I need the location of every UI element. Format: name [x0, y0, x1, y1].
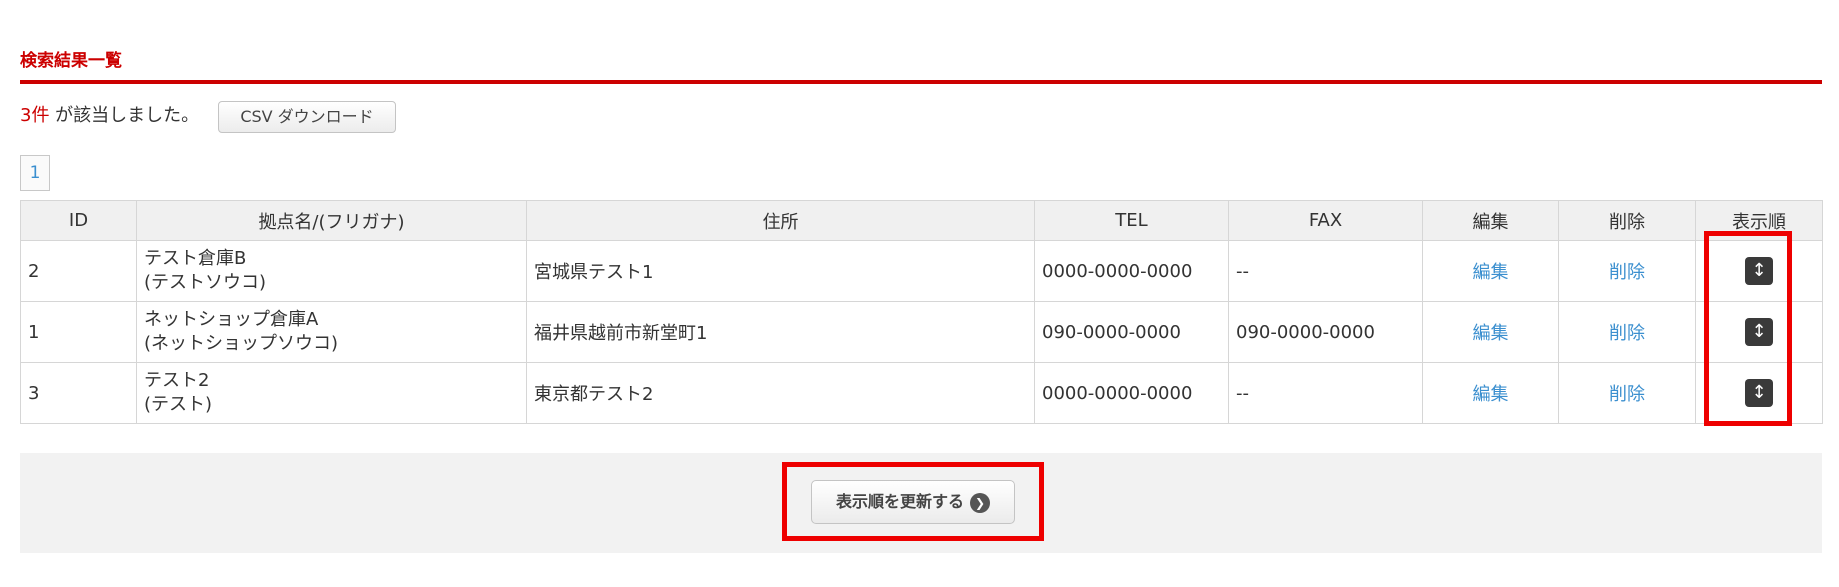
edit-link[interactable]: 編集: [1473, 384, 1509, 405]
header-id: ID: [20, 200, 137, 241]
header-name: 拠点名/(フリガナ): [136, 200, 527, 241]
cell-tel: 0000-0000-0000: [1034, 240, 1229, 302]
edit-link[interactable]: 編集: [1473, 323, 1509, 344]
result-summary: 3件 が該当しました。: [20, 104, 199, 128]
cell-name: テスト倉庫B (テストソウコ): [136, 240, 527, 302]
table-header-row: ID 拠点名/(フリガナ) 住所 TEL FAX 編集 削除 表示順: [20, 200, 1823, 241]
table-row: 1 ネットショップ倉庫A (ネットショップソウコ) 福井県越前市新堂町1 090…: [20, 301, 1823, 363]
pagination-page-1[interactable]: 1: [20, 155, 50, 191]
cell-id: 1: [20, 301, 137, 363]
chevron-right-circle-icon: ❯: [970, 492, 990, 513]
cell-name: ネットショップ倉庫A (ネットショップソウコ): [136, 301, 527, 363]
header-tel: TEL: [1034, 200, 1229, 241]
csv-download-button[interactable]: CSV ダウンロード: [218, 101, 396, 133]
cell-id: 3: [20, 362, 137, 424]
cell-tel: 090-0000-0000: [1034, 301, 1229, 363]
delete-link[interactable]: 削除: [1609, 384, 1645, 405]
cell-sort: ↕: [1695, 240, 1823, 302]
cell-sort: ↕: [1695, 301, 1823, 363]
vertical-arrows-icon[interactable]: ↕: [1745, 379, 1773, 407]
cell-fax: --: [1228, 362, 1423, 424]
vertical-arrows-icon[interactable]: ↕: [1745, 257, 1773, 285]
title-divider: [20, 80, 1822, 84]
result-summary-text: が該当しました。: [49, 105, 200, 126]
location-kana: (テスト): [144, 394, 213, 415]
cell-fax: 090-0000-0000: [1228, 301, 1423, 363]
table-row: 2 テスト倉庫B (テストソウコ) 宮城県テスト1 0000-0000-0000…: [20, 240, 1823, 302]
cell-edit: 編集: [1422, 301, 1559, 363]
header-address: 住所: [526, 200, 1035, 241]
location-kana: (テストソウコ): [144, 272, 267, 293]
location-name: テスト倉庫B: [144, 248, 247, 269]
update-button-label: 表示順を更新する: [835, 492, 964, 511]
cell-edit: 編集: [1422, 362, 1559, 424]
delete-link[interactable]: 削除: [1609, 262, 1645, 283]
cell-delete: 削除: [1558, 301, 1696, 363]
result-count: 3件: [20, 105, 50, 126]
location-name: ネットショップ倉庫A: [144, 309, 319, 330]
cell-delete: 削除: [1558, 240, 1696, 302]
header-delete: 削除: [1558, 200, 1696, 241]
cell-name: テスト2 (テスト): [136, 362, 527, 424]
vertical-arrows-icon[interactable]: ↕: [1745, 318, 1773, 346]
results-table: ID 拠点名/(フリガナ) 住所 TEL FAX 編集 削除 表示順 2 テスト…: [20, 200, 1823, 424]
header-fax: FAX: [1228, 200, 1423, 241]
cell-sort: ↕: [1695, 362, 1823, 424]
location-name: テスト2: [144, 370, 210, 391]
cell-fax: --: [1228, 240, 1423, 302]
update-sort-order-button[interactable]: 表示順を更新する ❯: [811, 480, 1015, 524]
header-sort-order: 表示順: [1695, 200, 1823, 241]
section-title: 検索結果一覧: [20, 51, 122, 71]
table-row: 3 テスト2 (テスト) 東京都テスト2 0000-0000-0000 -- 編…: [20, 362, 1823, 424]
cell-id: 2: [20, 240, 137, 302]
search-results-page: 検索結果一覧 3件 が該当しました。 CSV ダウンロード 1 ID 拠点名/(…: [0, 0, 1839, 587]
cell-address: 福井県越前市新堂町1: [526, 301, 1035, 363]
edit-link[interactable]: 編集: [1473, 262, 1509, 283]
cell-tel: 0000-0000-0000: [1034, 362, 1229, 424]
delete-link[interactable]: 削除: [1609, 323, 1645, 344]
cell-address: 宮城県テスト1: [526, 240, 1035, 302]
header-edit: 編集: [1422, 200, 1559, 241]
cell-delete: 削除: [1558, 362, 1696, 424]
cell-address: 東京都テスト2: [526, 362, 1035, 424]
cell-edit: 編集: [1422, 240, 1559, 302]
location-kana: (ネットショップソウコ): [144, 333, 339, 354]
